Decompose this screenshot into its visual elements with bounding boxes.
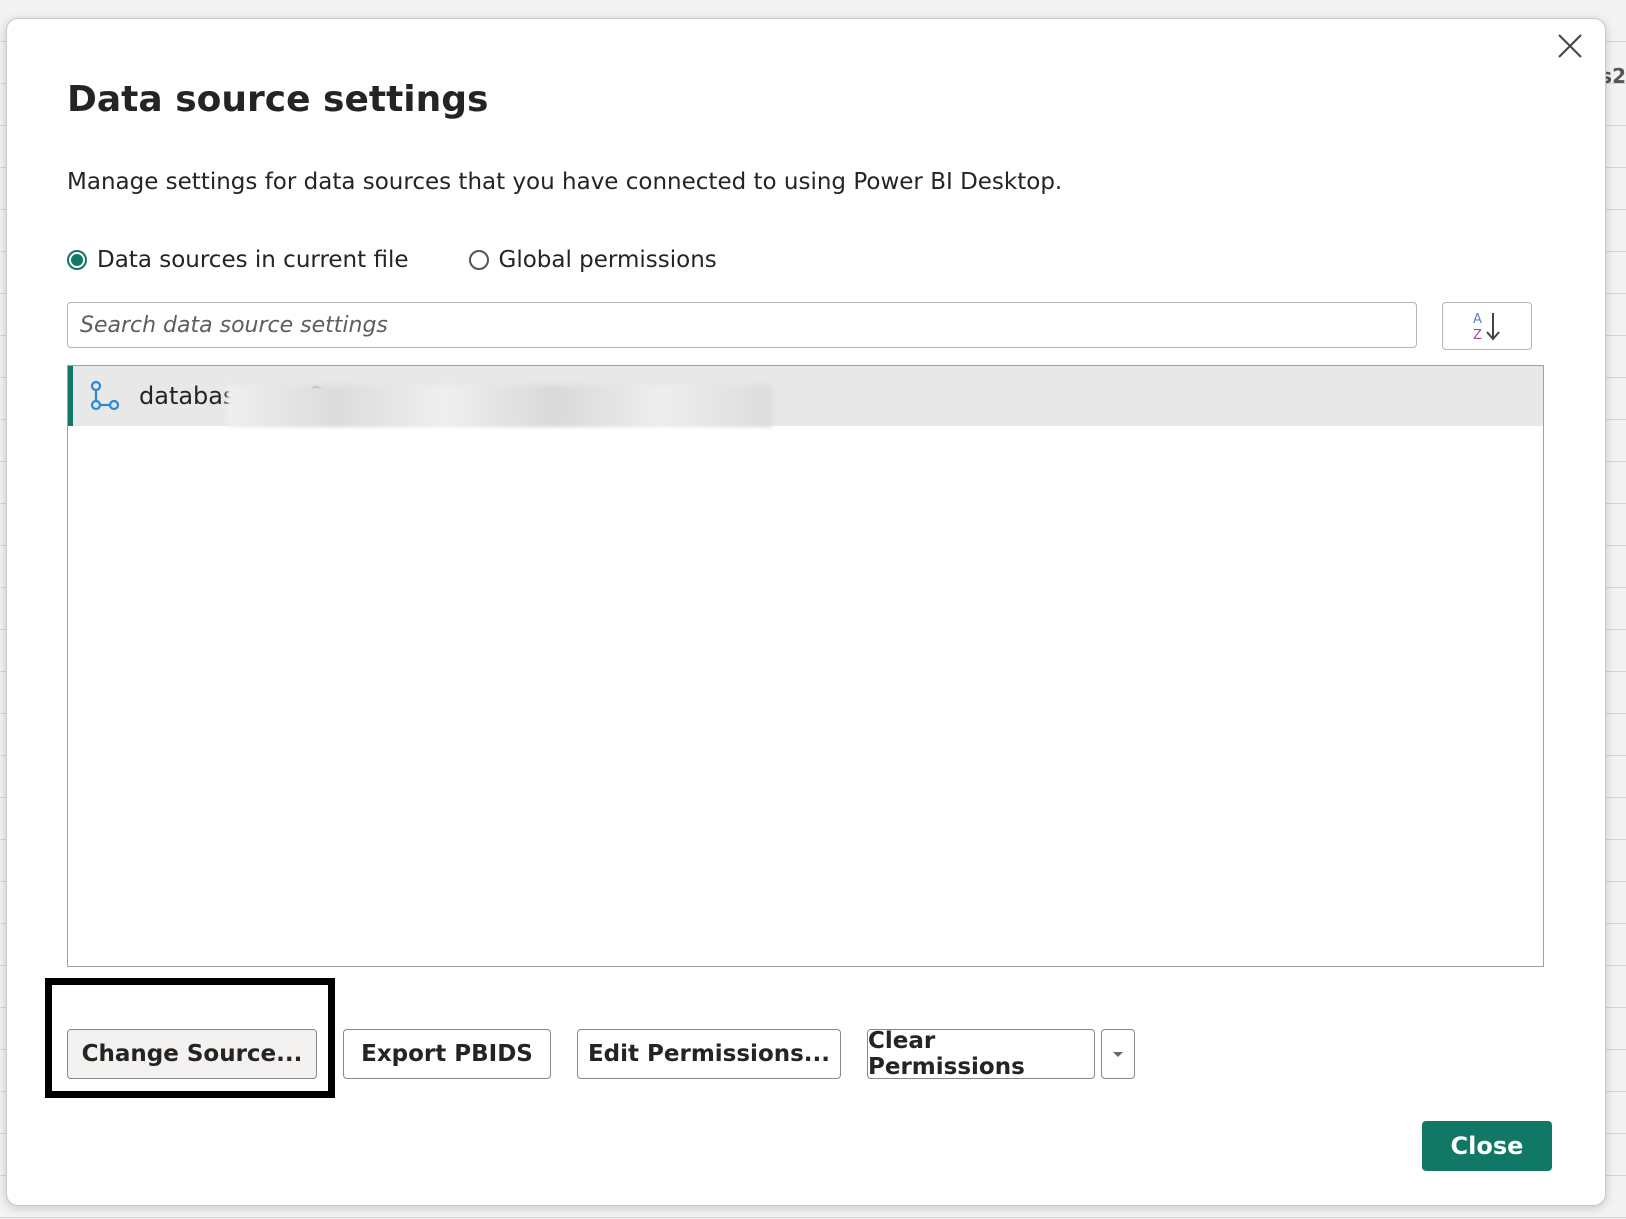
dialog-title: Data source settings bbox=[67, 79, 489, 120]
search-input[interactable] bbox=[67, 302, 1417, 348]
clear-permissions-button[interactable]: Clear Permissions bbox=[867, 1028, 1095, 1080]
database-connection-icon bbox=[90, 380, 120, 411]
export-pbids-button[interactable]: Export PBIDS bbox=[343, 1029, 551, 1079]
close-button[interactable]: Close bbox=[1422, 1121, 1552, 1171]
edit-permissions-button[interactable]: Edit Permissions... bbox=[577, 1029, 841, 1079]
change-source-button[interactable]: Change Source... bbox=[67, 1029, 317, 1079]
radio-current-file[interactable]: Data sources in current file bbox=[67, 247, 409, 273]
data-source-settings-dialog: Data source settings Manage settings for… bbox=[6, 18, 1606, 1206]
data-source-list: database=se_2 ws.com bbox=[67, 365, 1544, 967]
radio-global-permissions[interactable]: Global permissions bbox=[468, 247, 717, 273]
redaction-blur bbox=[227, 385, 772, 427]
sort-button[interactable]: A Z bbox=[1442, 302, 1532, 350]
radio-checked-icon bbox=[67, 250, 87, 270]
svg-text:Z: Z bbox=[1473, 328, 1482, 343]
dialog-description: Manage settings for data sources that yo… bbox=[67, 169, 1063, 195]
scope-radio-group: Data sources in current file Global perm… bbox=[67, 247, 777, 273]
sort-az-icon: A Z bbox=[1473, 312, 1500, 343]
radio-unchecked-icon bbox=[468, 250, 489, 270]
close-icon[interactable] bbox=[1555, 31, 1585, 61]
radio-global-permissions-label: Global permissions bbox=[498, 247, 717, 273]
chevron-down-icon bbox=[1113, 1052, 1123, 1057]
clear-permissions-dropdown[interactable] bbox=[1101, 1029, 1135, 1079]
svg-text:A: A bbox=[1473, 312, 1482, 327]
radio-current-file-label: Data sources in current file bbox=[97, 247, 409, 273]
